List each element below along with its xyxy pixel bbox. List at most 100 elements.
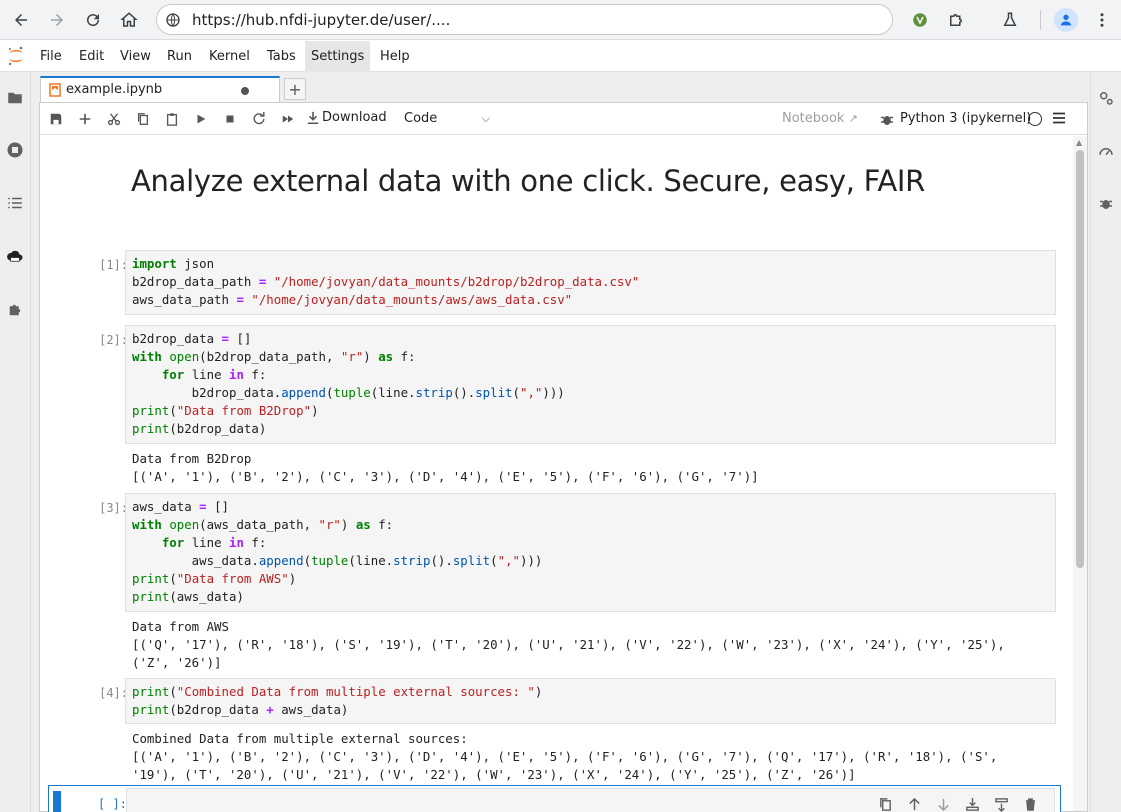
copy-button[interactable] [133,109,153,129]
list-icon [8,197,22,209]
active-cell-indicator [53,791,61,812]
browser-toolbar: https://hub.nfdi-jupyter.de/user/.... [0,0,1121,40]
back-button[interactable] [9,8,33,32]
menu-tabs[interactable]: Tabs [261,41,302,72]
file-browser-tab[interactable] [5,88,25,108]
running-kernels-tab[interactable] [5,140,25,160]
move-down-button[interactable] [934,795,952,812]
cut-button[interactable] [104,109,124,129]
code-cell-3[interactable]: aws_data = [] with open(aws_data_path, "… [125,493,1056,612]
extension-button-1[interactable] [908,8,932,32]
chevron-down-icon: ⌵ [481,112,490,125]
data-mounts-tab[interactable] [5,246,25,266]
delete-cell-button[interactable] [1021,795,1039,812]
extensions-button[interactable] [944,8,968,32]
notebook-tab[interactable]: example.ipynb [40,76,280,103]
output-line: Combined Data from multiple external sou… [132,731,468,746]
folder-icon [8,92,22,104]
scrollbar-thumb[interactable] [1076,150,1084,568]
restart-kernel-button[interactable] [249,109,269,129]
home-button[interactable] [117,8,141,32]
download-icon [307,111,319,124]
output-line: Data from B2Drop [132,451,252,466]
duplicate-cell-button[interactable] [876,795,894,812]
output-line: [('A', '1'), ('B', '2'), ('C', '3'), ('D… [132,749,998,764]
scroll-up-arrow-icon[interactable]: ▲ [1076,138,1082,147]
cell-prompt: [3]: [99,501,128,515]
site-info-icon[interactable] [165,12,181,28]
insert-above-button[interactable] [963,795,981,812]
more-vertical-icon [1100,13,1104,27]
debugger-tab[interactable] [1096,193,1116,213]
cell-output-4: Combined Data from multiple external sou… [132,730,1062,784]
table-of-contents-tab[interactable] [5,193,25,213]
output-line: ('Z', '26')] [132,655,222,670]
address-bar[interactable]: https://hub.nfdi-jupyter.de/user/.... [156,4,893,35]
output-line: Data from AWS [132,619,229,634]
notebook-icon [49,83,61,97]
right-sidebar [1090,72,1121,812]
tab-label: example.ipynb [66,82,163,97]
cell-output-2: Data from B2Drop [('A', '1'), ('B', '2')… [132,450,1062,486]
insert-above-icon [965,797,979,811]
download-button[interactable]: Download [306,110,387,125]
browser-menu-button[interactable] [1090,8,1114,32]
arrow-down-icon [937,798,949,811]
labs-button[interactable] [998,8,1022,32]
cloud-drive-icon [7,250,23,262]
code-cell-1[interactable]: import json b2drop_data_path = "/home/jo… [125,250,1056,315]
profile-avatar[interactable] [1054,8,1078,32]
arrow-left-icon [15,14,27,26]
forward-button[interactable] [45,8,69,32]
kernel-name[interactable]: Python 3 (ipykernel) [900,111,1031,126]
menu-view[interactable]: View [114,41,157,72]
notebook-content: Analyze external data with one click. Se… [40,136,1074,811]
interrupt-kernel-button[interactable] [220,109,240,129]
move-up-button[interactable] [905,795,923,812]
code-line: b2drop_data_path = "/home/jovyan/data_mo… [132,274,640,289]
notebook-toolbar: Download Code ⌵ Notebook ↗ Python 3 (ipy… [40,103,1087,135]
code-cell-2[interactable]: b2drop_data = [] with open(b2drop_data_p… [125,325,1056,444]
notebook-scrollbar[interactable]: ▲ [1073,136,1087,811]
menu-settings[interactable]: Settings [305,41,371,72]
cell-prompt: [1]: [99,258,128,272]
kernel-status-icon [1028,112,1042,126]
hamburger-menu-icon[interactable] [1052,111,1066,125]
notebook-panel: Download Code ⌵ Notebook ↗ Python 3 (ipy… [39,102,1088,812]
extensions-tab[interactable] [5,300,25,320]
copy-icon [137,113,149,125]
resource-usage-tab[interactable] [1096,141,1116,161]
menu-edit[interactable]: Edit [73,41,110,72]
clipboard-icon [166,113,178,126]
puzzle-icon [9,304,21,316]
cell-type-select[interactable]: Code ⌵ [396,107,492,131]
menu-run[interactable]: Run [161,41,198,72]
stop-icon [226,115,234,123]
restart-run-all-button[interactable] [278,109,298,129]
output-line: [('A', '1'), ('B', '2'), ('C', '3'), ('D… [132,469,759,484]
reload-icon [87,14,100,27]
unsaved-indicator-icon[interactable] [241,87,249,95]
bug-icon [1100,200,1112,209]
debugger-toggle-bug-icon[interactable] [878,110,896,128]
download-label: Download [322,110,387,125]
insert-below-button[interactable] [992,795,1010,812]
menu-kernel[interactable]: Kernel [203,41,256,72]
save-icon [50,113,62,125]
menu-help[interactable]: Help [374,41,416,72]
play-icon [197,114,206,124]
insert-cell-button[interactable] [75,109,95,129]
open-in-notebook-button[interactable]: Notebook ↗ [782,111,858,126]
new-tab-button[interactable]: + [284,78,306,100]
arrow-up-icon [908,797,920,810]
menu-file[interactable]: File [34,41,68,72]
stop-circle-icon [7,142,23,158]
jupyter-logo-icon [8,46,23,66]
arrow-right-icon [51,14,63,26]
save-button[interactable] [46,109,66,129]
paste-button[interactable] [162,109,182,129]
property-inspector-tab[interactable] [1096,88,1116,108]
code-cell-4[interactable]: print("Combined Data from multiple exter… [125,678,1056,724]
reload-button[interactable] [81,8,105,32]
run-cell-button[interactable] [191,109,211,129]
